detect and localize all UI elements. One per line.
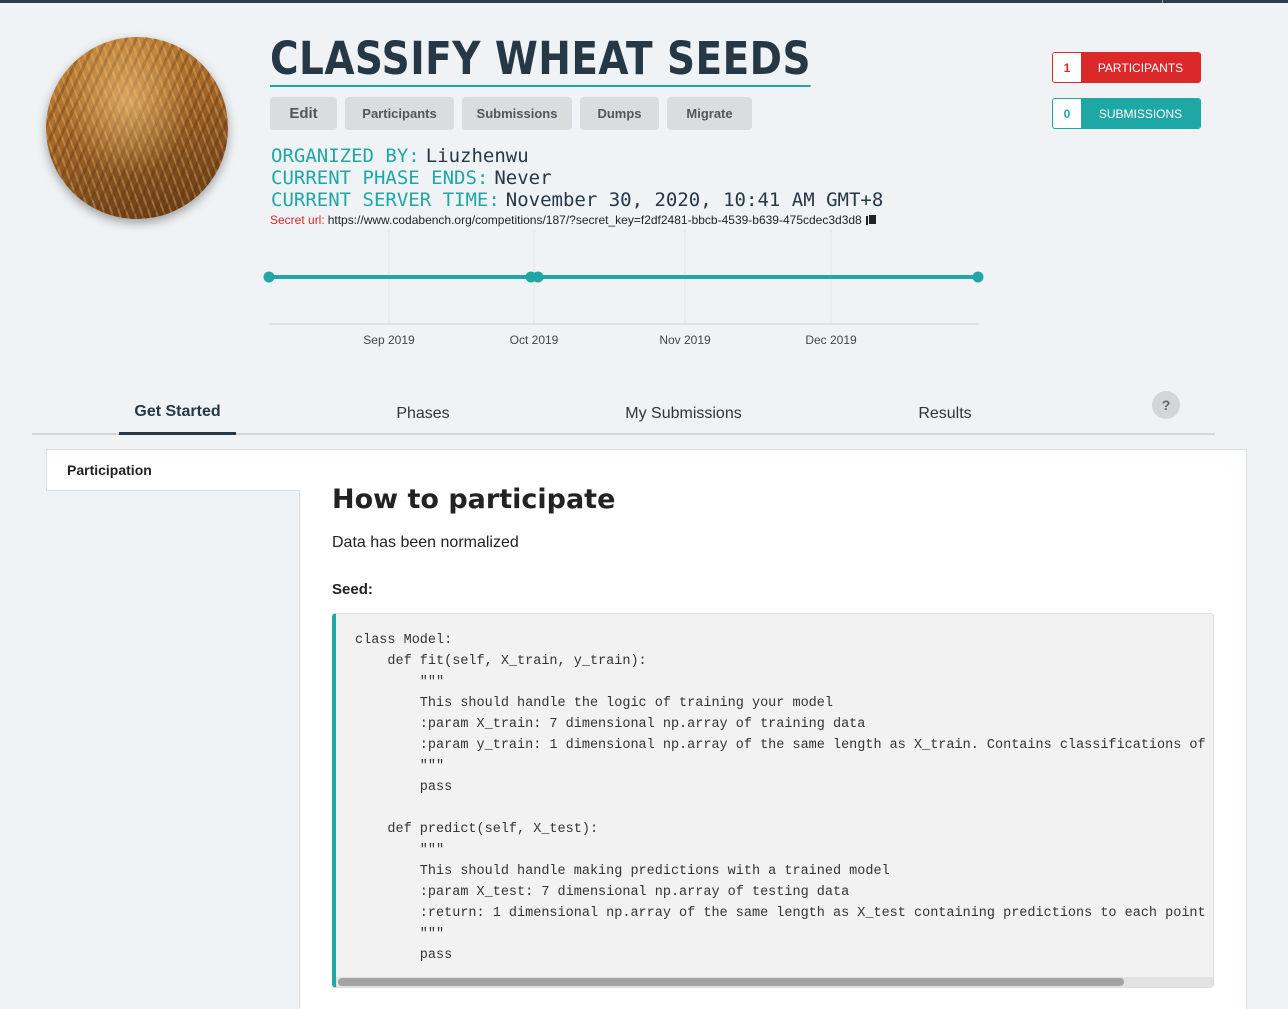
sidebar <box>46 449 300 1009</box>
competition-tabs: Get Started Phases My Submissions Result… <box>32 391 1215 435</box>
server-time: CURRENT SERVER TIME: November 30, 2020, 1… <box>271 189 883 211</box>
tab-results[interactable]: Results <box>902 392 988 435</box>
timeline-tick-label: Oct 2019 <box>510 333 559 347</box>
participants-stat[interactable]: 1 PARTICIPANTS <box>1052 52 1201 83</box>
help-icon[interactable]: ? <box>1152 391 1180 419</box>
participants-stat-label: PARTICIPANTS <box>1081 53 1200 82</box>
page-heading: How to participate <box>332 484 616 515</box>
tab-get-started[interactable]: Get Started <box>119 392 236 435</box>
organized-by-value: Liuzhenwu <box>425 145 529 167</box>
participants-button[interactable]: Participants <box>345 97 454 130</box>
secret-url-value: https://www.codabench.org/competitions/1… <box>327 213 862 227</box>
code-text: class Model: def fit(self, X_train, y_tr… <box>355 633 1206 963</box>
server-time-label: CURRENT SERVER TIME: <box>271 189 500 211</box>
competition-title: CLASSIFY WHEAT SEEDS <box>270 32 811 87</box>
copy-icon[interactable] <box>865 214 877 225</box>
timeline-tick-label: Dec 2019 <box>805 333 857 347</box>
phase-boundary-marker[interactable] <box>532 271 544 283</box>
submissions-count: 0 <box>1053 99 1081 128</box>
secret-url-label: Secret url: <box>270 213 325 227</box>
edit-button[interactable]: Edit <box>270 97 337 130</box>
tab-phases[interactable]: Phases <box>373 392 473 435</box>
submissions-stat-label: SUBMISSIONS <box>1081 99 1200 128</box>
sidebar-item-participation[interactable]: Participation <box>46 449 300 491</box>
phase-ends: CURRENT PHASE ENDS: Never <box>271 167 552 189</box>
phase-end-marker[interactable] <box>972 271 984 283</box>
organized-by: ORGANIZED BY: Liuzhenwu <box>271 145 529 167</box>
timeline-tick-label: Sep 2019 <box>363 333 415 347</box>
submissions-button[interactable]: Submissions <box>462 97 572 130</box>
phase-ends-value: Never <box>494 167 552 189</box>
top-bar-divider <box>1162 0 1163 3</box>
phase-start-marker[interactable] <box>263 271 275 283</box>
phase-ends-label: CURRENT PHASE ENDS: <box>271 167 489 189</box>
top-bar <box>0 0 1288 3</box>
horizontal-scrollbar[interactable] <box>336 977 1213 987</box>
participants-count: 1 <box>1053 53 1081 82</box>
secret-url-row: Secret url: https://www.codabench.org/com… <box>270 213 877 227</box>
server-time-value: November 30, 2020, 10:41 AM GMT+8 <box>505 189 884 211</box>
scrollbar-thumb[interactable] <box>338 978 1124 986</box>
phase-timeline: Sep 2019 Oct 2019 Nov 2019 Dec 2019 <box>263 230 984 347</box>
organized-by-label: ORGANIZED BY: <box>271 145 420 167</box>
migrate-button[interactable]: Migrate <box>667 97 752 130</box>
admin-button-row: Edit Participants Submissions Dumps Migr… <box>270 97 752 130</box>
competition-logo <box>46 37 228 219</box>
code-block: class Model: def fit(self, X_train, y_tr… <box>332 613 1214 988</box>
tab-my-submissions[interactable]: My Submissions <box>617 392 750 435</box>
seed-label: Seed: <box>332 581 373 598</box>
content-paragraph: Data has been normalized <box>332 534 519 551</box>
submissions-stat[interactable]: 0 SUBMISSIONS <box>1052 98 1201 129</box>
dumps-button[interactable]: Dumps <box>580 97 659 130</box>
timeline-tick-label: Nov 2019 <box>659 333 711 347</box>
